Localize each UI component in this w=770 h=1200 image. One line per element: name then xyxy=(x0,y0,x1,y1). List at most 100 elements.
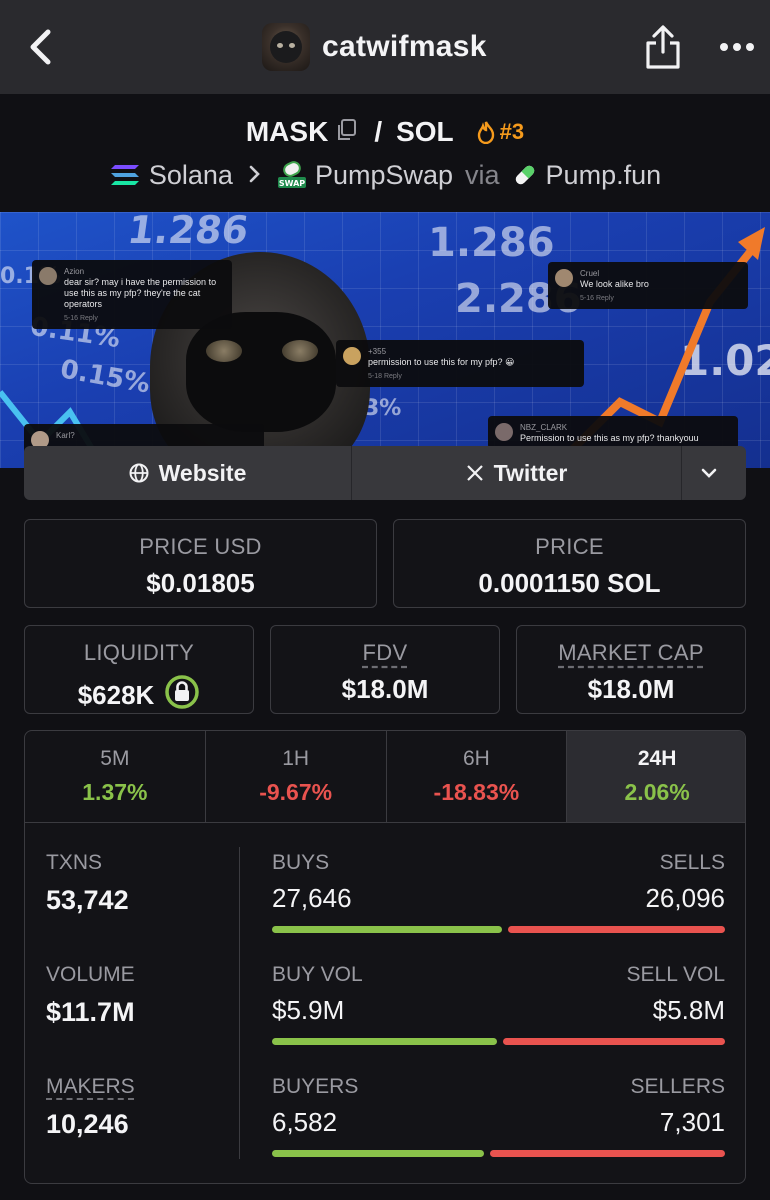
price-native-card: PRICE 0.0001150 SOL xyxy=(393,519,746,608)
links-bar: Website Twitter xyxy=(24,446,746,500)
buys-value: 27,646 xyxy=(272,883,352,913)
fdv-card[interactable]: FDV $18.0M xyxy=(270,625,500,714)
launchpad-name[interactable]: Pump.fun xyxy=(546,160,662,191)
pumpfun-icon xyxy=(512,162,538,188)
sells-label: SELLS xyxy=(659,851,725,874)
chevron-right-icon xyxy=(247,160,261,191)
txns-stat: TXNS 53,742 xyxy=(46,851,129,916)
pair-quote-symbol: SOL xyxy=(396,116,454,147)
market-cap-value: $18.0M xyxy=(587,674,675,704)
tab-label: 5M xyxy=(100,747,130,770)
solana-icon xyxy=(109,162,141,188)
svg-text:SWAP: SWAP xyxy=(279,179,305,188)
sellers-label: SELLERS xyxy=(630,1075,725,1098)
buys-bar-fill xyxy=(272,926,502,933)
via-label: via xyxy=(465,159,500,190)
buy-volume-label: BUY VOL xyxy=(272,963,363,986)
buy-sell-volume-stat: BUY VOL SELL VOL $5.9M $5.8M xyxy=(272,963,725,1045)
buys-sells-bar xyxy=(272,926,725,933)
tab-label: 6H xyxy=(462,747,490,770)
volume-bar xyxy=(272,1038,725,1045)
chevron-down-icon xyxy=(701,468,717,478)
market-cap-label: MARKET CAP xyxy=(558,640,704,665)
price-usd-card: PRICE USD $0.01805 xyxy=(24,519,377,608)
more-options-icon[interactable] xyxy=(716,32,756,62)
volume-stat: VOLUME $11.7M xyxy=(46,963,135,1028)
price-usd-value: $0.01805 xyxy=(146,568,255,598)
makers-label: MAKERS xyxy=(46,1075,135,1098)
pumpswap-icon: SWAP xyxy=(277,161,307,189)
price-usd-label: PRICE USD xyxy=(139,534,262,559)
liquidity-label: LIQUIDITY xyxy=(83,640,195,665)
txns-label: TXNS xyxy=(46,851,103,874)
liquidity-value: $628K xyxy=(77,680,155,710)
token-title: catwifmask xyxy=(262,22,487,72)
tab-5m[interactable]: 5M 1.37% xyxy=(25,731,206,822)
x-logo-icon xyxy=(466,465,483,481)
token-banner-image: 1.286 1.286 2.286 1.028 0.11% 0.15% 0.1%… xyxy=(0,212,770,468)
trending-rank-badge[interactable]: #3 xyxy=(476,119,524,145)
buyers-label: BUYERS xyxy=(272,1075,359,1098)
timeframe-tabs: 5M 1.37% 1H -9.67% 6H -18.83% 24H 2.06% xyxy=(25,731,745,823)
comment-bubble: Azion dear sir? may i have the permissio… xyxy=(32,260,232,329)
twitter-label: Twitter xyxy=(493,459,568,486)
sell-volume-label: SELL VOL xyxy=(626,963,725,986)
buy-volume-bar-fill xyxy=(272,1038,498,1045)
comment-bubble: Cruel We look alike bro 5-16 Reply xyxy=(548,262,748,309)
volume-label: VOLUME xyxy=(46,963,135,986)
tab-change: 2.06% xyxy=(624,779,690,805)
website-label: Website xyxy=(158,459,247,486)
share-icon[interactable] xyxy=(640,22,686,72)
token-avatar xyxy=(262,23,310,71)
liquidity-card: LIQUIDITY $628K xyxy=(24,625,254,714)
sellers-value: 7,301 xyxy=(659,1107,725,1137)
txns-value: 53,742 xyxy=(46,885,129,915)
price-native-label: PRICE xyxy=(535,534,604,559)
makers-value: 10,246 xyxy=(46,1109,129,1139)
sellers-bar-fill xyxy=(489,1150,725,1157)
globe-icon xyxy=(129,463,149,483)
sells-value: 26,096 xyxy=(645,883,725,913)
pair-separator: / xyxy=(374,116,383,147)
makers-stat[interactable]: MAKERS 10,246 xyxy=(46,1075,135,1140)
sells-bar-fill xyxy=(507,926,725,933)
buyers-bar xyxy=(272,1150,725,1157)
app-title: catwifmask xyxy=(322,30,487,63)
stats-divider xyxy=(239,847,240,1159)
buyers-value: 6,582 xyxy=(272,1107,338,1137)
dex-name[interactable]: PumpSwap xyxy=(315,160,453,191)
chain-name[interactable]: Solana xyxy=(149,160,233,191)
stats-panel: 5M 1.37% 1H -9.67% 6H -18.83% 24H 2.06% … xyxy=(24,730,746,1184)
buy-volume-value: $5.9M xyxy=(272,995,345,1025)
website-button[interactable]: Website xyxy=(24,446,352,500)
liquidity-lock-icon[interactable] xyxy=(164,674,200,717)
top-bar: catwifmask xyxy=(0,0,770,94)
pair-base-symbol: MASK xyxy=(245,116,329,147)
sell-volume-value: $5.8M xyxy=(652,995,725,1025)
tab-24h[interactable]: 24H 2.06% xyxy=(567,731,745,822)
back-icon[interactable] xyxy=(22,24,62,70)
sell-volume-bar-fill xyxy=(503,1038,725,1045)
buys-sells-stat: BUYS SELLS 27,646 26,096 xyxy=(272,851,725,933)
rank-label: #3 xyxy=(499,119,525,144)
tab-label: 1H xyxy=(282,747,310,770)
buys-label: BUYS xyxy=(272,851,330,874)
tab-1h[interactable]: 1H -9.67% xyxy=(206,731,387,822)
copy-icon[interactable] xyxy=(336,118,358,147)
tab-change: -18.83% xyxy=(433,779,520,805)
tab-change: -9.67% xyxy=(259,779,333,805)
buyers-sellers-stat: BUYERS SELLERS 6,582 7,301 xyxy=(272,1075,725,1157)
twitter-button[interactable]: Twitter xyxy=(352,446,682,500)
price-native-value: 0.0001150 SOL xyxy=(478,568,661,598)
fdv-value: $18.0M xyxy=(341,674,429,704)
more-links-dropdown[interactable] xyxy=(682,446,746,500)
fdv-label: FDV xyxy=(362,640,408,665)
flame-icon xyxy=(477,121,494,144)
pair-header: MASK / SOL #3 xyxy=(0,112,770,152)
tab-change: 1.37% xyxy=(82,779,148,805)
tab-6h[interactable]: 6H -18.83% xyxy=(387,731,568,822)
route-breadcrumb: Solana SWAP PumpSwap via Pump.fun xyxy=(0,156,770,194)
buyers-bar-fill xyxy=(272,1150,484,1157)
comment-bubble: NBZ_CLARK Permission to use this as my p… xyxy=(488,416,738,449)
market-cap-card[interactable]: MARKET CAP $18.0M xyxy=(516,625,746,714)
